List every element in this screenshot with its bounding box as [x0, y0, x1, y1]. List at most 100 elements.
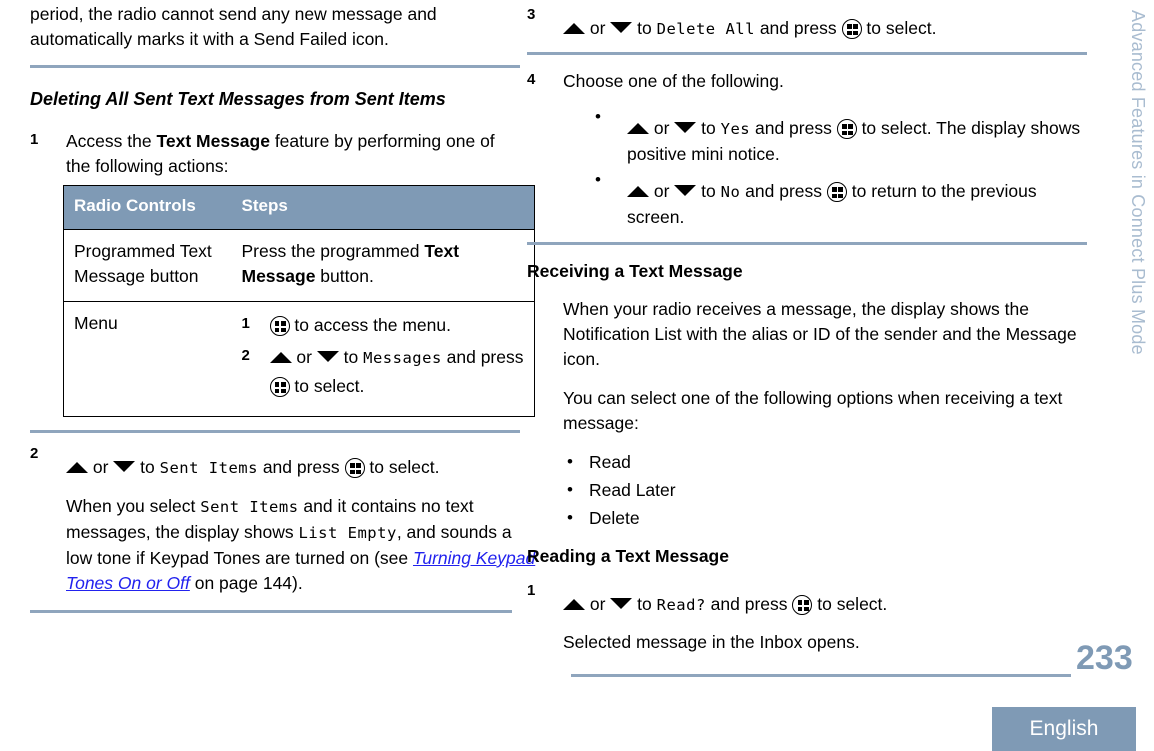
down-arrow-icon: [674, 122, 697, 133]
note-part-4: on page 144).: [189, 573, 303, 593]
receiving-heading: Receiving a Text Message: [527, 261, 743, 281]
menu-button-icon: [269, 377, 290, 397]
continued-paragraph: period, the radio cannot send any new me…: [30, 4, 437, 49]
list-item: or to Yes and press to select. The displ…: [581, 104, 1081, 167]
table-header-row: Radio Controls Steps: [63, 185, 535, 230]
chapter-side-tab: Advanced Features in Connect Plus Mode: [1128, 10, 1148, 355]
step-suffix: and press: [705, 594, 793, 614]
cell-control-menu: Menu: [63, 301, 232, 417]
language-badge: English: [992, 707, 1136, 751]
down-arrow-icon: [113, 461, 136, 472]
step-prefix: or: [585, 594, 611, 614]
step-display-text: Read?: [656, 596, 706, 614]
cell-steps-menu: 1 to access the menu. 2 or to Messages a…: [231, 301, 535, 417]
menu-button-icon: [841, 19, 862, 39]
step-4: 4 Choose one of the following.: [527, 69, 1087, 94]
menu-substep-1: 1 to access the menu.: [242, 311, 525, 339]
step-number: 2: [30, 445, 39, 462]
menu-substep-list: 1 to access the menu. 2 or to Messages a…: [242, 311, 525, 400]
step-number: 3: [527, 6, 536, 23]
reading-result-text: Selected message in the Inbox opens.: [563, 632, 860, 652]
substep-suffix: and press: [441, 347, 524, 367]
substep-display-text: Messages: [363, 349, 442, 367]
bullet-mid: to: [696, 118, 721, 138]
down-arrow-icon: [610, 22, 633, 33]
table-row: Programmed Text Message button Press the…: [63, 229, 535, 302]
down-arrow-icon: [674, 185, 697, 196]
step-text: Access the Text Message feature by perfo…: [66, 129, 520, 179]
step-suffix: and press: [754, 18, 842, 38]
step-number: 1: [30, 131, 39, 148]
substep-number: 2: [241, 347, 250, 364]
substep-number: 1: [241, 315, 250, 332]
list-item: Read Later: [563, 476, 1087, 504]
receiving-paragraph-1: When your radio receives a message, the …: [563, 299, 1077, 369]
section-divider: [30, 65, 520, 68]
step-3: 3 or to Delete All and press to select.: [527, 4, 1087, 42]
left-column: period, the radio cannot send any new me…: [30, 0, 535, 613]
menu-button-icon: [792, 595, 813, 615]
step-text: or to Sent Items and press to select.: [66, 443, 520, 481]
substep-tail: to select.: [289, 376, 365, 396]
step-number: 1: [527, 582, 536, 599]
step-mid: to: [135, 457, 160, 477]
receiving-paragraph-2: You can select one of the following opti…: [563, 388, 1063, 433]
step-2-note: When you select Sent Items and it contai…: [66, 494, 536, 596]
note-display-text-sent-items: Sent Items: [200, 498, 299, 516]
menu-button-icon: [836, 119, 857, 139]
page-footer-rule: [571, 674, 1071, 677]
table-header-steps: Steps: [231, 185, 535, 230]
section-heading: Deleting All Sent Text Messages from Sen…: [30, 89, 446, 109]
reading-heading: Reading a Text Message: [527, 546, 729, 566]
step-2: 2 or to Sent Items and press to select.: [30, 443, 520, 481]
step-4-options: or to Yes and press to select. The displ…: [581, 104, 1081, 230]
step-display-text: Sent Items: [159, 459, 258, 477]
step-mid: to: [632, 594, 657, 614]
up-arrow-icon: [66, 462, 88, 473]
step-tail: to select.: [364, 457, 440, 477]
radio-controls-table: Radio Controls Steps Programmed Text Mes…: [63, 185, 535, 417]
up-arrow-icon: [563, 23, 585, 34]
step-text: or to Delete All and press to select.: [563, 4, 1087, 42]
cell-control-programmed-button: Programmed Text Message button: [63, 229, 232, 302]
cell-steps-programmed-button: Press the programmed Text Message button…: [231, 229, 535, 302]
menu-button-icon: [269, 316, 290, 336]
step-prefix: or: [585, 18, 611, 38]
step-prefix: or: [88, 457, 114, 477]
document-page: period, the radio cannot send any new me…: [0, 0, 1154, 751]
step-mid: to: [632, 18, 657, 38]
page-number: 233: [1076, 639, 1133, 677]
step-text-before: Access the: [66, 131, 157, 151]
step-tail: to select.: [812, 594, 888, 614]
bullet-mid: to: [696, 181, 721, 201]
bullet-prefix: or: [649, 118, 675, 138]
menu-button-icon: [344, 458, 365, 478]
list-item: Delete: [563, 504, 1087, 532]
bullet-suffix: and press: [750, 118, 837, 138]
substep-mid: to: [338, 347, 364, 367]
step-suffix: and press: [257, 457, 345, 477]
section-divider: [30, 430, 520, 433]
bullet-prefix: or: [649, 181, 675, 201]
menu-button-icon: [826, 182, 847, 202]
menu-substep-2: 2 or to Messages and press to select.: [242, 343, 525, 400]
step-tail: to select.: [861, 18, 937, 38]
cell-text-before: Press the programmed: [241, 241, 425, 261]
down-arrow-icon: [316, 351, 339, 362]
note-part-1: When you select: [66, 496, 201, 516]
bullet-suffix: and press: [740, 181, 827, 201]
bullet-display-text: Yes: [720, 120, 751, 138]
section-divider: [527, 52, 1087, 55]
up-arrow-icon: [627, 123, 649, 134]
substep-prefix: or: [291, 347, 317, 367]
step-display-text: Delete All: [656, 20, 755, 38]
reading-step-1: 1 or to Read? and press to select.: [527, 580, 1087, 618]
up-arrow-icon: [627, 186, 649, 197]
table-header-radio-controls: Radio Controls: [63, 185, 232, 230]
up-arrow-icon: [563, 599, 585, 610]
substep-text: to access the menu.: [289, 315, 451, 335]
down-arrow-icon: [610, 598, 633, 609]
step-text: or to Read? and press to select.: [563, 580, 1087, 618]
step-text-bold: Text Message: [156, 131, 270, 151]
bullet-display-text: No: [720, 183, 741, 201]
